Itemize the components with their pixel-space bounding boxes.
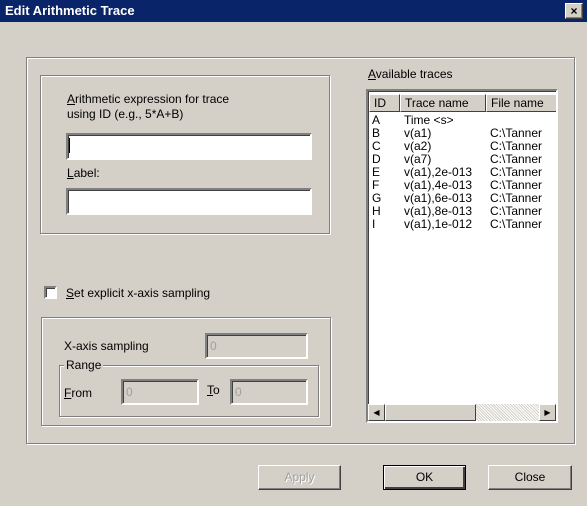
trace-name: v(a1),6e-013 [404,192,473,205]
scroll-right-button[interactable]: ▶ [539,404,556,421]
xaxis-sampling-label: X-axis sampling [64,339,149,353]
sampling-checkbox[interactable] [44,286,57,299]
ok-button[interactable]: OK [383,465,466,490]
trace-id: H [372,205,381,218]
trace-row[interactable]: Iv(a1),1e-012 C:\Tanner [368,218,556,231]
label-field-label: Label: [67,166,100,180]
trace-id: I [372,218,376,231]
trace-name: v(a7) [404,153,432,166]
trace-id: E [372,166,381,179]
scroll-thumb[interactable] [385,404,476,421]
trace-row[interactable]: Gv(a1),6e-013 C:\Tanner [368,192,556,205]
trace-name: Time <s> [404,114,454,127]
sampling-checkbox-label[interactable]: Set explicit x-axis sampling [66,286,210,300]
trace-name: v(a1),2e-013 [404,166,473,179]
scroll-left-button[interactable]: ◀ [368,404,385,421]
trace-id: F [372,179,380,192]
close-button[interactable]: Close [488,465,572,490]
range-from-input[interactable] [121,379,199,405]
column-header-trace-name[interactable]: Trace name [400,94,486,112]
trace-name: v(a1),4e-013 [404,179,473,192]
trace-file: C:\Tanner [490,166,543,179]
trace-id: B [372,127,381,140]
trace-id: G [372,192,382,205]
trace-row[interactable]: Cv(a2) C:\Tanner [368,140,556,153]
title-bar: Edit Arithmetic Trace × [0,0,587,22]
available-traces-label: Available traces [368,67,453,81]
traces-list[interactable]: ID Trace name File name A Time <s> Bv(a1) C… [366,89,558,423]
traces-horizontal-scrollbar[interactable]: ◀ ▶ [368,404,556,421]
column-header-id[interactable]: ID [369,94,400,112]
close-icon: × [570,4,578,18]
trace-file [490,114,556,127]
trace-id: A [372,114,381,127]
trace-file: C:\Tanner [490,179,543,192]
column-header-file-name[interactable]: File name [486,94,556,112]
from-label: From [64,386,93,400]
trace-row[interactable]: Hv(a1),8e-013 C:\Tanner [368,205,556,218]
trace-name: v(a2) [404,140,432,153]
trace-file: C:\Tanner [490,192,543,205]
trace-row[interactable]: Fv(a1),4e-013 C:\Tanner [368,179,556,192]
range-to-input[interactable] [230,379,308,405]
trace-id: C [372,140,381,153]
trace-name: v(a1) [404,127,432,140]
trace-file: C:\Tanner [490,218,543,231]
to-label: To [207,383,220,397]
trace-row[interactable]: Ev(a1),2e-013 C:\Tanner [368,166,556,179]
trace-name: v(a1),1e-012 [404,218,473,231]
trace-file: C:\Tanner [490,140,543,153]
apply-button[interactable]: Apply [258,465,341,490]
text-caret [69,138,70,153]
range-label: Range [64,358,104,372]
trace-id: D [372,153,381,166]
trace-file: C:\Tanner [490,127,543,140]
trace-file: C:\Tanner [490,205,543,218]
trace-row[interactable]: Bv(a1) C:\Tanner [368,127,556,140]
expression-label: Arithmetic expression for trace [67,92,230,106]
xaxis-sampling-input[interactable] [205,333,308,359]
trace-name: v(a1),8e-013 [404,205,473,218]
scroll-right-icon: ▶ [544,408,551,417]
trace-row[interactable]: A Time <s> [368,114,556,127]
close-window-button[interactable]: × [565,3,583,19]
trace-row[interactable]: Dv(a7) C:\Tanner [368,153,556,166]
expression-label-hint: using ID (e.g., 5*A+B) [67,107,184,121]
label-input[interactable] [66,188,312,215]
scroll-left-icon: ◀ [373,408,380,417]
trace-file: C:\Tanner [490,153,543,166]
expression-input[interactable] [66,133,312,160]
window-title: Edit Arithmetic Trace [5,3,135,18]
